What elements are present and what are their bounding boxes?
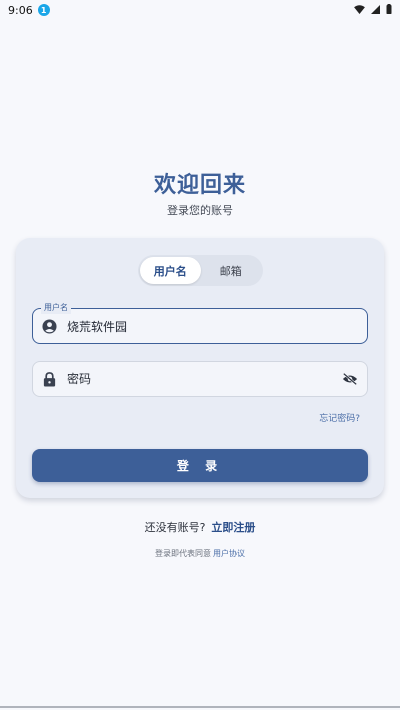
login-button[interactable]: 登 录 <box>32 449 368 482</box>
status-right <box>354 3 392 17</box>
password-field[interactable] <box>32 361 368 397</box>
battery-icon <box>386 3 392 17</box>
tab-username[interactable]: 用户名 <box>140 257 201 284</box>
user-agreement-link[interactable]: 用户协议 <box>213 548 245 559</box>
lock-icon <box>41 371 57 387</box>
agreement-text: 登录即代表同意 <box>155 549 211 558</box>
register-row: 还没有账号? 立即注册 <box>0 519 400 535</box>
tab-email[interactable]: 邮箱 <box>201 257 262 284</box>
login-screen: 9:06 1 欢迎回来 登录您的账号 用户名 邮箱 用户名 烧荒软件园 忘记密码… <box>0 0 400 710</box>
account-circle-icon <box>41 318 57 334</box>
register-prompt: 还没有账号? <box>144 521 206 534</box>
status-bar: 9:06 1 <box>0 0 400 20</box>
page-subtitle: 登录您的账号 <box>167 204 233 217</box>
register-link[interactable]: 立即注册 <box>211 519 255 535</box>
agreement-row: 登录即代表同意 用户协议 <box>0 548 400 559</box>
page-title: 欢迎回来 <box>153 173 246 198</box>
status-left: 9:06 1 <box>8 4 50 17</box>
eye-off-icon[interactable] <box>341 370 359 388</box>
username-field[interactable]: 用户名 烧荒软件园 <box>32 302 368 344</box>
username-field-label: 用户名 <box>41 302 71 314</box>
signal-icon <box>371 4 380 17</box>
username-value: 烧荒软件园 <box>67 319 128 334</box>
status-time: 9:06 <box>8 3 33 17</box>
login-method-switch: 用户名 邮箱 <box>138 255 263 286</box>
notification-badge-icon: 1 <box>37 4 50 16</box>
wifi-icon <box>354 4 365 17</box>
password-input[interactable] <box>67 372 341 386</box>
home-indicator <box>0 706 400 708</box>
login-card: 用户名 邮箱 用户名 烧荒软件园 忘记密码? 登 录 <box>16 238 384 498</box>
forgot-password-link[interactable]: 忘记密码? <box>319 411 360 424</box>
